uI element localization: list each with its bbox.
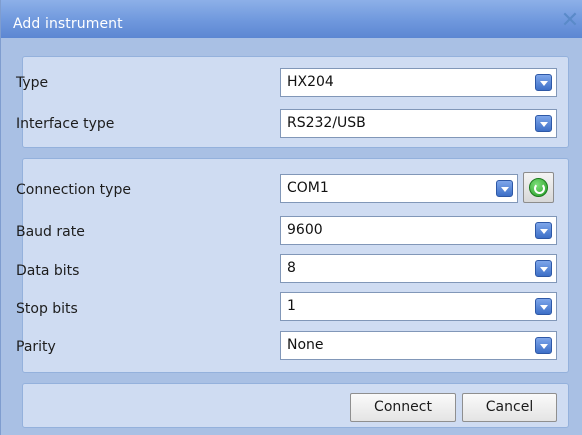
interface-type-select[interactable]: RS232/USB xyxy=(280,109,557,138)
interface-type-label: Interface type xyxy=(16,116,115,132)
dialog-title: Add instrument xyxy=(13,16,123,32)
stop-bits-select[interactable]: 1 xyxy=(280,292,557,321)
parity-label: Parity xyxy=(16,339,56,355)
baud-rate-select[interactable]: 9600 xyxy=(280,216,557,245)
connection-type-label: Connection type xyxy=(16,182,131,198)
type-label: Type xyxy=(16,75,49,91)
data-bits-value: 8 xyxy=(287,260,296,276)
stop-bits-label: Stop bits xyxy=(16,301,78,317)
chevron-down-icon[interactable] xyxy=(535,74,552,91)
close-icon[interactable]: ✕ xyxy=(559,10,581,32)
stop-bits-value: 1 xyxy=(287,298,296,314)
baud-rate-label: Baud rate xyxy=(16,224,85,240)
parity-value: None xyxy=(287,337,324,353)
type-value: HX204 xyxy=(287,74,334,90)
connection-type-select[interactable]: COM1 xyxy=(280,174,518,203)
data-bits-label: Data bits xyxy=(16,263,80,279)
chevron-down-icon[interactable] xyxy=(535,222,552,239)
chevron-down-icon[interactable] xyxy=(535,115,552,132)
chevron-down-icon[interactable] xyxy=(535,260,552,277)
title-bar[interactable]: Add instrument ✕ xyxy=(1,0,582,38)
chevron-down-icon[interactable] xyxy=(535,298,552,315)
refresh-button[interactable] xyxy=(523,172,554,203)
connect-button[interactable]: Connect xyxy=(350,393,456,422)
connection-type-value: COM1 xyxy=(287,180,329,196)
add-instrument-dialog: Add instrument ✕ Type HX204 Interface ty… xyxy=(0,0,582,435)
data-bits-select[interactable]: 8 xyxy=(280,254,557,283)
chevron-down-icon[interactable] xyxy=(496,180,513,197)
chevron-down-icon[interactable] xyxy=(535,337,552,354)
baud-rate-value: 9600 xyxy=(287,222,323,238)
interface-type-value: RS232/USB xyxy=(287,115,366,131)
type-select[interactable]: HX204 xyxy=(280,68,557,97)
parity-select[interactable]: None xyxy=(280,331,557,360)
refresh-icon xyxy=(529,178,548,197)
cancel-button[interactable]: Cancel xyxy=(462,393,557,422)
